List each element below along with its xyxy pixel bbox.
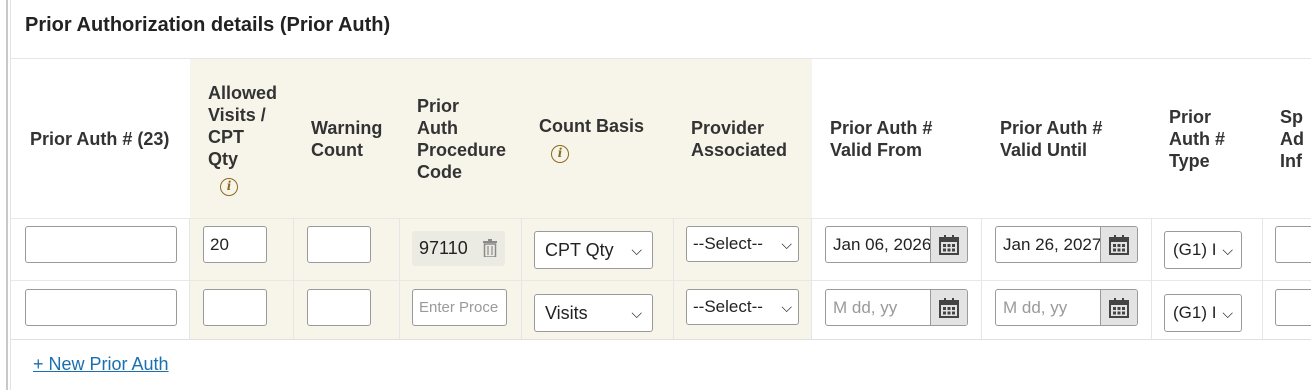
header-line: Prior <box>417 95 460 116</box>
header-line: Inf <box>1280 150 1302 171</box>
col-sep <box>189 218 190 339</box>
col-sep <box>981 218 982 339</box>
auth-type-select[interactable]: (G1) I ⌵ <box>1164 231 1242 269</box>
chevron-down-icon: ⌵ <box>631 304 642 321</box>
provider-select[interactable]: --Select-- ⌵ <box>686 289 799 325</box>
valid-from-value: Jan 06, 2026 <box>833 235 932 254</box>
header-line: Count Basis <box>539 115 645 136</box>
header-auth-type: Prior Auth # Type <box>1169 59 1259 218</box>
col-sep <box>811 218 812 339</box>
header-prior-auth: Prior Auth # (23) <box>30 59 190 218</box>
allowed-visits-input[interactable] <box>203 289 267 326</box>
allowed-visits-input[interactable] <box>203 226 267 263</box>
header-allowed-visits: Allowed Visits / CPT Qty i <box>208 59 294 218</box>
count-basis-select[interactable]: Visits ⌵ <box>534 294 653 332</box>
chevron-down-icon: ⌵ <box>1222 241 1233 258</box>
chevron-down-icon: ⌵ <box>781 298 792 315</box>
info-icon-wrap: i <box>539 137 673 163</box>
header-line: Ad <box>1280 128 1304 149</box>
special-info-input[interactable] <box>1275 226 1311 263</box>
header-line: Type <box>1169 150 1210 171</box>
header-valid-until: Prior Auth # Valid Until <box>1000 59 1150 218</box>
prior-auth-number-input[interactable] <box>25 226 177 263</box>
col-sep <box>521 218 522 339</box>
prior-auth-panel: Prior Authorization details (Prior Auth)… <box>0 0 1311 390</box>
header-count-basis: Count Basis i <box>539 59 673 218</box>
prior-auth-number-input[interactable] <box>25 289 177 326</box>
provider-value: --Select-- <box>693 297 763 316</box>
header-procedure-code: Prior Auth Procedure Code <box>417 59 522 218</box>
info-icon[interactable]: i <box>220 177 238 196</box>
header-line: Associated <box>691 139 788 160</box>
auth-type-value: (G1) I <box>1173 303 1217 322</box>
valid-until-date[interactable]: M dd, yy <box>995 289 1138 326</box>
header-line: Valid From <box>830 139 923 160</box>
col-sep <box>1262 218 1263 339</box>
count-basis-select[interactable]: CPT Qty ⌵ <box>534 231 653 269</box>
header-prior-auth-label: Prior Auth # (23) <box>30 128 170 149</box>
info-icon-wrap: i <box>208 170 294 196</box>
col-sep <box>1151 218 1152 339</box>
header-line: Sp <box>1280 106 1304 127</box>
procedure-code-value: 97110 <box>419 238 468 258</box>
trash-icon[interactable] <box>483 239 497 257</box>
header-line: Prior <box>1169 106 1212 127</box>
valid-until-value: Jan 26, 2027 <box>1003 235 1102 254</box>
header-divider <box>11 218 1311 219</box>
panel-left-border <box>6 0 8 390</box>
auth-type-select[interactable]: (G1) I ⌵ <box>1164 294 1242 332</box>
calendar-icon[interactable] <box>930 290 967 325</box>
valid-from-date[interactable]: Jan 06, 2026 <box>825 226 968 263</box>
header-special: Sp Ad Inf <box>1280 59 1311 218</box>
header-provider: Provider Associated <box>691 59 811 218</box>
header-line: Count <box>311 139 363 160</box>
header-line: CPT <box>208 126 244 147</box>
valid-from-date[interactable]: M dd, yy <box>825 289 968 326</box>
header-warning-count: Warning Count <box>311 59 399 218</box>
new-prior-auth-link[interactable]: + New Prior Auth <box>33 354 169 375</box>
col-sep <box>673 218 674 339</box>
header-line: Provider <box>691 117 765 138</box>
header-line: Warning <box>311 117 383 138</box>
header-line: Auth # <box>1169 128 1225 149</box>
chevron-down-icon: ⌵ <box>1222 304 1233 321</box>
chevron-down-icon: ⌵ <box>781 235 792 252</box>
procedure-code-chip: 97110 <box>412 231 505 266</box>
auth-type-value: (G1) I <box>1173 240 1217 259</box>
count-basis-value: Visits <box>545 302 588 323</box>
header-line: Auth <box>417 117 458 138</box>
header-line: Qty <box>208 148 239 169</box>
col-sep <box>399 218 400 339</box>
col-sep <box>293 218 294 339</box>
valid-until-date[interactable]: Jan 26, 2027 <box>995 226 1138 263</box>
warning-count-input[interactable] <box>307 226 371 263</box>
header-line: Visits / <box>208 104 266 125</box>
header-line: Procedure <box>417 139 507 160</box>
provider-select[interactable]: --Select-- ⌵ <box>686 226 799 262</box>
panel-title: Prior Authorization details (Prior Auth) <box>25 14 391 36</box>
table-bottom-border <box>11 339 1311 340</box>
calendar-icon[interactable] <box>930 227 967 262</box>
calendar-icon[interactable] <box>1100 290 1137 325</box>
header-valid-from: Prior Auth # Valid From <box>830 59 980 218</box>
chevron-down-icon: ⌵ <box>631 241 642 258</box>
header-line: Code <box>417 161 462 182</box>
header-line: Prior Auth # <box>1000 117 1103 138</box>
header-line: Allowed <box>208 82 278 103</box>
valid-from-placeholder: M dd, yy <box>833 298 898 317</box>
provider-value: --Select-- <box>693 234 763 253</box>
header-line: Prior Auth # <box>830 117 933 138</box>
header-line: Valid Until <box>1000 139 1088 160</box>
count-basis-value: CPT Qty <box>545 239 614 260</box>
calendar-icon[interactable] <box>1100 227 1137 262</box>
special-info-input[interactable] <box>1275 289 1311 326</box>
procedure-code-input[interactable] <box>412 289 507 326</box>
warning-count-input[interactable] <box>307 289 371 326</box>
info-icon[interactable]: i <box>551 144 569 163</box>
valid-until-placeholder: M dd, yy <box>1003 298 1068 317</box>
row-divider <box>11 280 1311 281</box>
